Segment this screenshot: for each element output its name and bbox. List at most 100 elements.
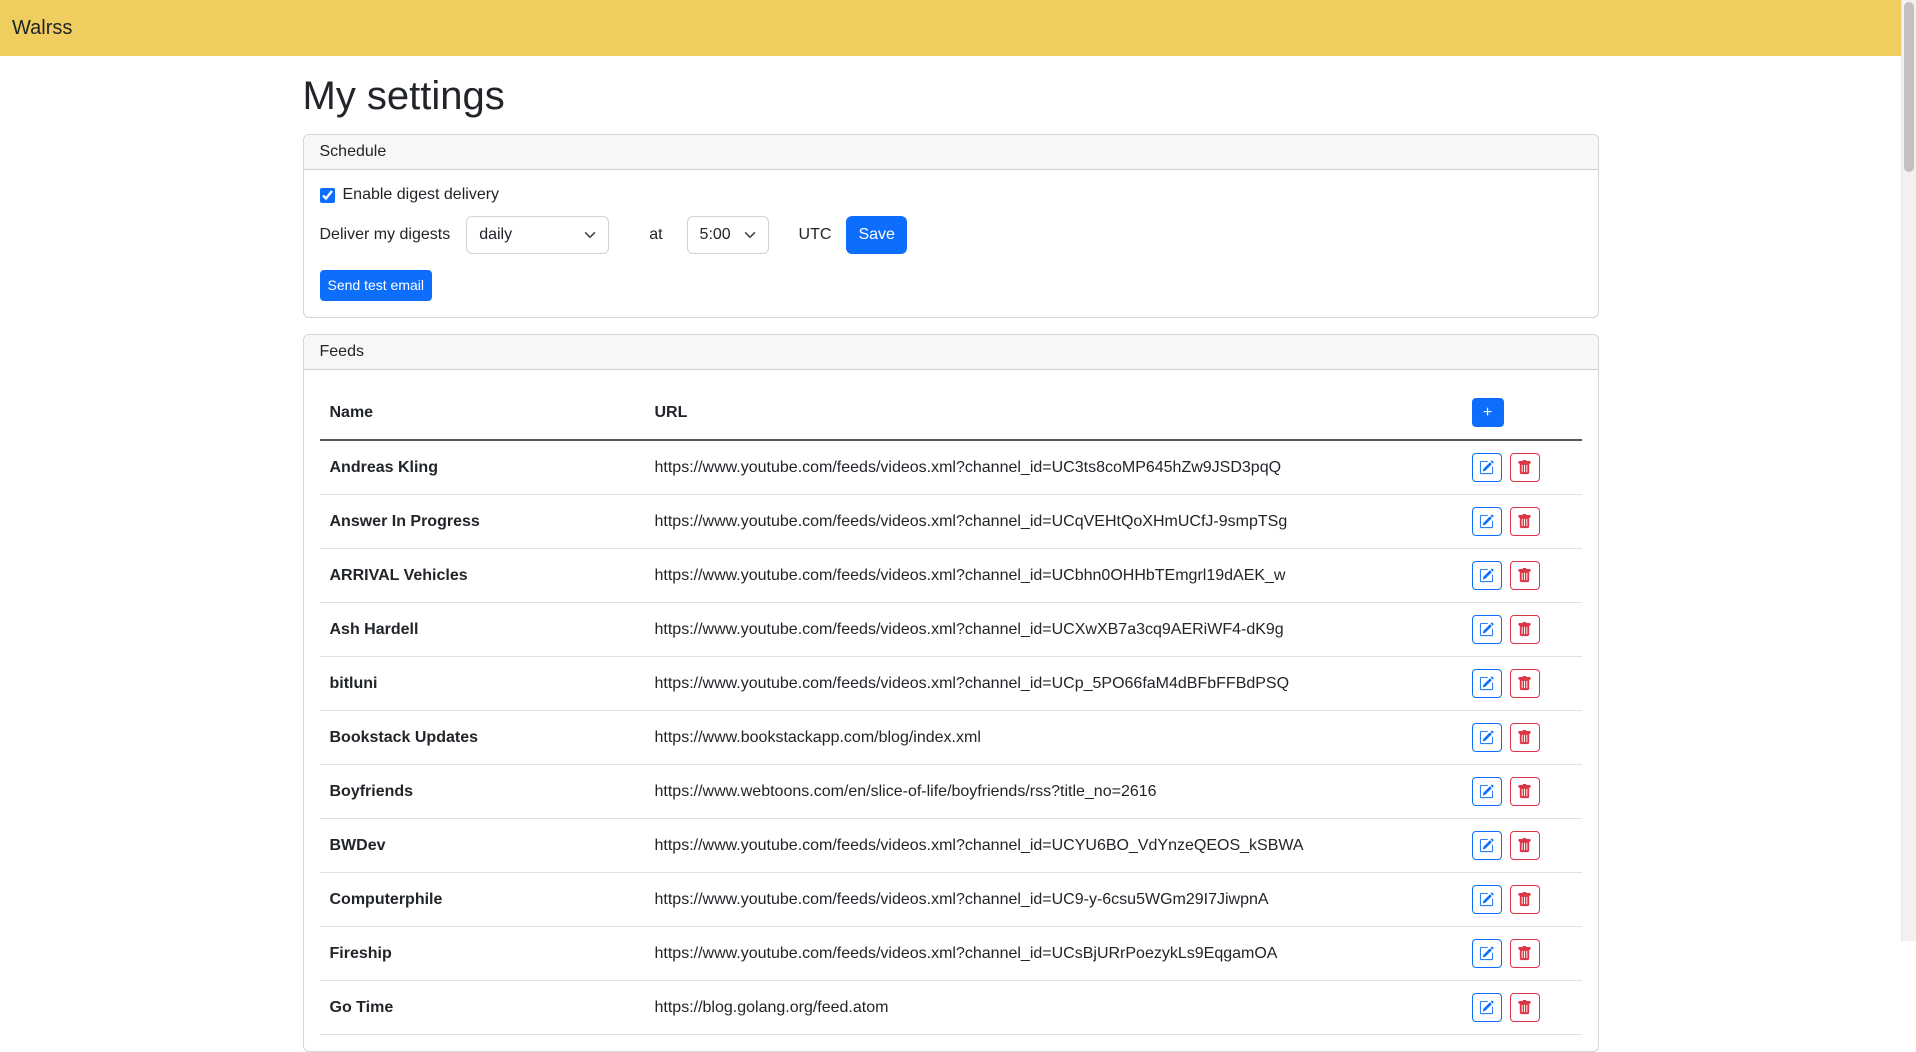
time-select[interactable]: 5:00 <box>687 216 769 254</box>
brand-link[interactable]: Walrss <box>12 17 72 40</box>
add-feed-button[interactable]: + <box>1472 398 1504 427</box>
delete-feed-button[interactable] <box>1510 615 1540 644</box>
feeds-table-body: Andreas Kling https://www.youtube.com/fe… <box>320 440 1582 1035</box>
enable-digest-label: Enable digest delivery <box>343 186 500 204</box>
feed-actions <box>1462 549 1582 603</box>
pencil-square-icon <box>1479 1000 1494 1015</box>
feed-actions <box>1462 873 1582 927</box>
delete-feed-button[interactable] <box>1510 885 1540 914</box>
edit-feed-button[interactable] <box>1472 885 1502 914</box>
table-row: Computerphile https://www.youtube.com/fe… <box>320 873 1582 927</box>
table-row: Boyfriends https://www.webtoons.com/en/s… <box>320 765 1582 819</box>
table-row: Fireship https://www.youtube.com/feeds/v… <box>320 927 1582 981</box>
trash-icon <box>1517 1000 1532 1015</box>
delete-feed-button[interactable] <box>1510 777 1540 806</box>
trash-icon <box>1517 784 1532 799</box>
navbar: Walrss <box>0 0 1901 56</box>
feed-name: Bookstack Updates <box>320 711 645 765</box>
delete-feed-button[interactable] <box>1510 453 1540 482</box>
trash-icon <box>1517 838 1532 853</box>
feed-name: Answer In Progress <box>320 495 645 549</box>
edit-feed-button[interactable] <box>1472 723 1502 752</box>
feed-url: https://www.youtube.com/feeds/videos.xml… <box>645 603 1462 657</box>
edit-feed-button[interactable] <box>1472 777 1502 806</box>
delete-feed-button[interactable] <box>1510 723 1540 752</box>
edit-feed-button[interactable] <box>1472 561 1502 590</box>
trash-icon <box>1517 622 1532 637</box>
edit-feed-button[interactable] <box>1472 507 1502 536</box>
edit-feed-button[interactable] <box>1472 831 1502 860</box>
table-row: Ash Hardell https://www.youtube.com/feed… <box>320 603 1582 657</box>
feed-actions <box>1462 927 1582 981</box>
scrollbar-thumb[interactable] <box>1904 2 1914 172</box>
feed-name: ARRIVAL Vehicles <box>320 549 645 603</box>
delete-feed-button[interactable] <box>1510 561 1540 590</box>
edit-feed-button[interactable] <box>1472 615 1502 644</box>
feeds-card-body: Name URL + Andreas Kling https://www.you… <box>304 370 1598 1051</box>
edit-feed-button[interactable] <box>1472 669 1502 698</box>
pencil-square-icon <box>1479 784 1494 799</box>
trash-icon <box>1517 892 1532 907</box>
page-title: My settings <box>303 74 1599 119</box>
delete-feed-button[interactable] <box>1510 939 1540 968</box>
feed-url: https://www.bookstackapp.com/blog/index.… <box>645 711 1462 765</box>
save-button[interactable]: Save <box>846 216 906 254</box>
feeds-card-header: Feeds <box>304 335 1598 370</box>
chevron-down-icon <box>744 229 756 241</box>
enable-digest-checkbox[interactable] <box>320 188 335 203</box>
table-row: bitluni https://www.youtube.com/feeds/vi… <box>320 657 1582 711</box>
pencil-square-icon <box>1479 838 1494 853</box>
pencil-square-icon <box>1479 460 1494 475</box>
feed-url: https://www.youtube.com/feeds/videos.xml… <box>645 819 1462 873</box>
feeds-card: Feeds Name URL + Andreas Kling https://w <box>303 334 1599 1052</box>
deliver-label: Deliver my digests <box>320 226 451 244</box>
edit-feed-button[interactable] <box>1472 993 1502 1022</box>
trash-icon <box>1517 514 1532 529</box>
delete-feed-button[interactable] <box>1510 507 1540 536</box>
feed-url: https://www.youtube.com/feeds/videos.xml… <box>645 927 1462 981</box>
pencil-square-icon <box>1479 946 1494 961</box>
schedule-card: Schedule Enable digest delivery Deliver … <box>303 134 1599 318</box>
column-header-actions: + <box>1462 386 1582 440</box>
feed-name: Computerphile <box>320 873 645 927</box>
table-row: Answer In Progress https://www.youtube.c… <box>320 495 1582 549</box>
trash-icon <box>1517 730 1532 745</box>
utc-label: UTC <box>799 226 832 244</box>
feed-url: https://www.youtube.com/feeds/videos.xml… <box>645 657 1462 711</box>
frequency-select[interactable]: daily <box>466 216 609 254</box>
column-header-name: Name <box>320 386 645 440</box>
feed-actions <box>1462 711 1582 765</box>
scrollbar-track[interactable] <box>1901 0 1916 941</box>
pencil-square-icon <box>1479 730 1494 745</box>
feed-name: bitluni <box>320 657 645 711</box>
feed-actions <box>1462 819 1582 873</box>
schedule-card-body: Enable digest delivery Deliver my digest… <box>304 170 1598 317</box>
delete-feed-button[interactable] <box>1510 831 1540 860</box>
pencil-square-icon <box>1479 892 1494 907</box>
feeds-table-header-row: Name URL + <box>320 386 1582 440</box>
at-label: at <box>649 226 662 244</box>
trash-icon <box>1517 946 1532 961</box>
feed-url: https://blog.golang.org/feed.atom <box>645 981 1462 1035</box>
edit-feed-button[interactable] <box>1472 453 1502 482</box>
feed-actions <box>1462 765 1582 819</box>
feed-actions <box>1462 657 1582 711</box>
page: Walrss My settings Schedule Enable diges… <box>0 0 1901 1052</box>
feed-actions <box>1462 981 1582 1035</box>
table-row: ARRIVAL Vehicles https://www.youtube.com… <box>320 549 1582 603</box>
feeds-table: Name URL + Andreas Kling https://www.you… <box>320 386 1582 1035</box>
pencil-square-icon <box>1479 568 1494 583</box>
delete-feed-button[interactable] <box>1510 993 1540 1022</box>
feed-name: BWDev <box>320 819 645 873</box>
feed-url: https://www.youtube.com/feeds/videos.xml… <box>645 549 1462 603</box>
enable-digest-row: Enable digest delivery <box>320 186 1582 204</box>
delete-feed-button[interactable] <box>1510 669 1540 698</box>
send-test-email-button[interactable]: Send test email <box>320 270 433 301</box>
feed-actions <box>1462 495 1582 549</box>
edit-feed-button[interactable] <box>1472 939 1502 968</box>
delivery-controls-row: Deliver my digests daily at 5:00 <box>320 216 1582 254</box>
pencil-square-icon <box>1479 676 1494 691</box>
feed-actions <box>1462 440 1582 495</box>
feed-url: https://www.youtube.com/feeds/videos.xml… <box>645 873 1462 927</box>
main-container: My settings Schedule Enable digest deliv… <box>291 56 1611 1052</box>
